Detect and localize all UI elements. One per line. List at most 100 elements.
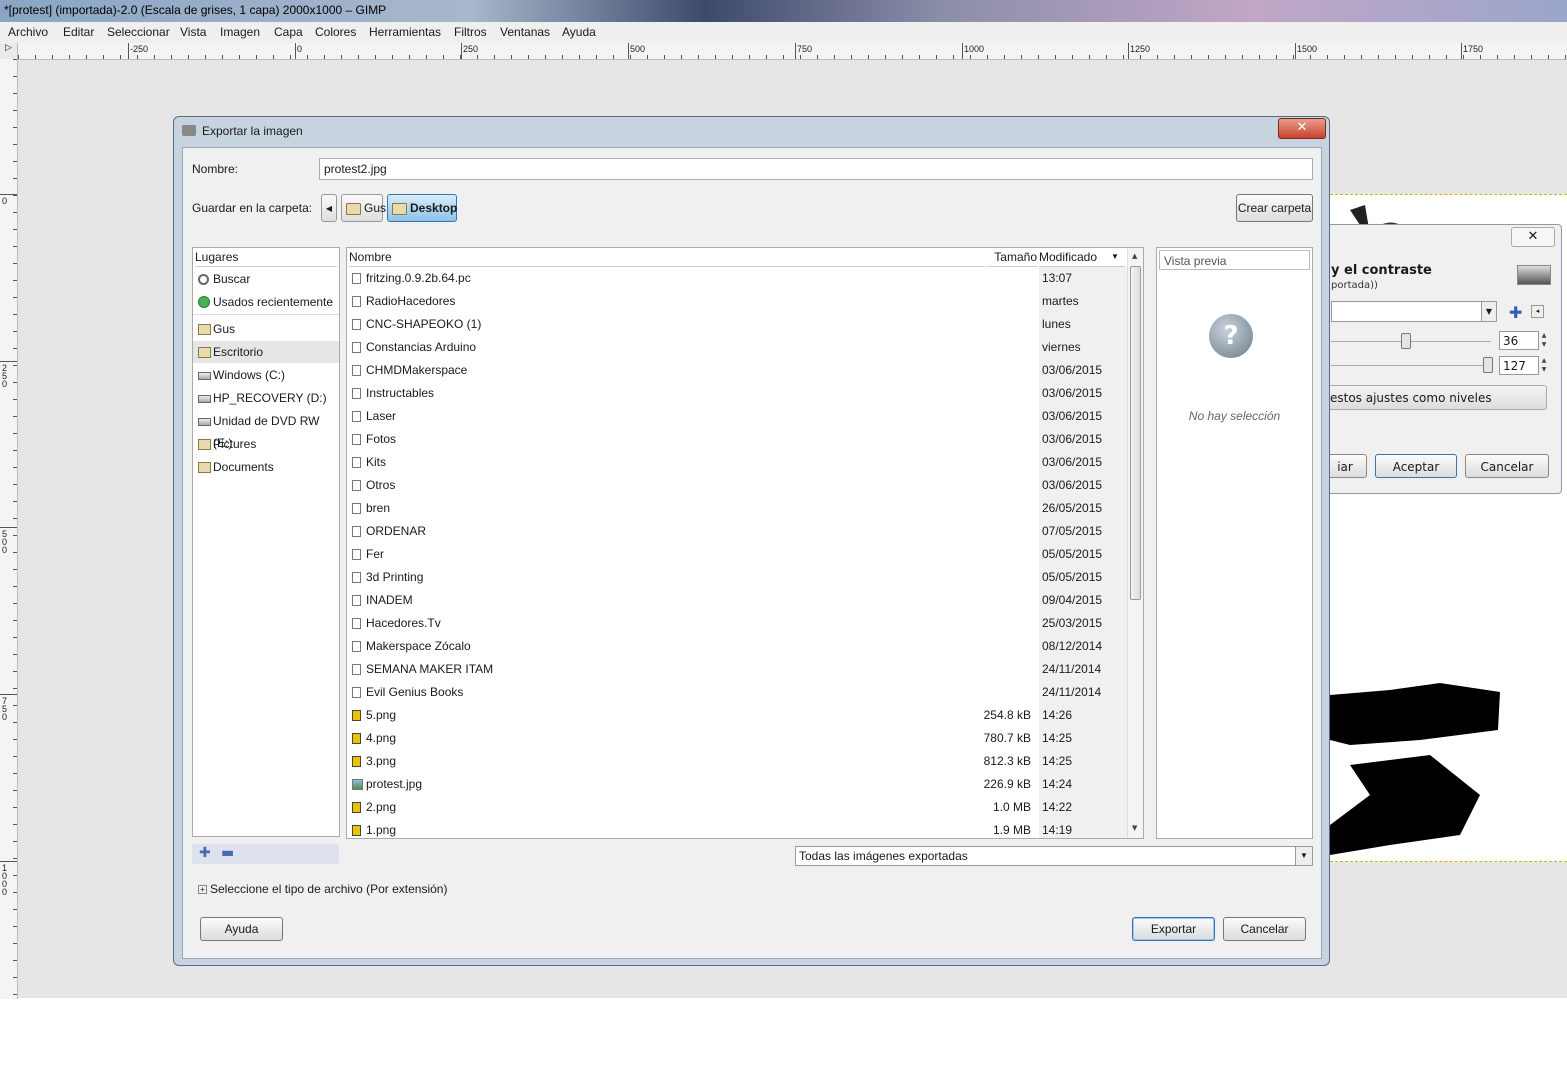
ruler-tick: [13, 331, 17, 332]
place-item[interactable]: Windows (C:): [193, 364, 339, 386]
file-modified: 03/06/2015: [1039, 382, 1128, 405]
column-modified-header[interactable]: Modificado ▼: [1039, 248, 1125, 267]
places-header[interactable]: Lugares: [195, 248, 337, 267]
brightness-slider-track[interactable]: [1331, 341, 1491, 342]
place-item[interactable]: Documents: [193, 456, 339, 478]
file-row[interactable]: CHMDMakerspace 03/06/2015: [347, 359, 1128, 382]
file-row[interactable]: fritzing.0.9.2b.64.pc 13:07: [347, 267, 1128, 290]
path-back-button[interactable]: ◀: [321, 194, 337, 222]
file-list-scrollbar[interactable]: ▲ ▼: [1127, 248, 1143, 838]
menu-imagen[interactable]: Imagen: [220, 25, 260, 39]
folder-icon: [198, 347, 211, 358]
folder-icon: [352, 457, 361, 468]
ruler-tick: [613, 55, 614, 59]
bc-close-button[interactable]: ✕: [1511, 227, 1555, 247]
menu-colores[interactable]: Colores: [315, 25, 356, 39]
menu-seleccionar[interactable]: Seleccionar: [107, 25, 170, 39]
file-filter-combo[interactable]: Todas las imágenes exportadas ▼: [795, 846, 1313, 866]
file-row[interactable]: protest.jpg 226.9 kB 14:24: [347, 773, 1128, 796]
bc-presets-combo[interactable]: ▼: [1331, 301, 1497, 322]
contrast-slider-handle[interactable]: [1483, 357, 1493, 373]
file-row[interactable]: SEMANA MAKER ITAM 24/11/2014: [347, 658, 1128, 681]
file-row[interactable]: INADEM 09/04/2015: [347, 589, 1128, 612]
ruler-tick: [13, 943, 17, 944]
file-row[interactable]: Kits 03/06/2015: [347, 451, 1128, 474]
bc-accept-button[interactable]: Aceptar: [1375, 454, 1457, 478]
add-bookmark-icon[interactable]: ✚: [199, 845, 211, 861]
file-row[interactable]: bren 26/05/2015: [347, 497, 1128, 520]
file-row[interactable]: 1.png 1.9 MB 14:19: [347, 819, 1128, 838]
menu-ayuda[interactable]: Ayuda: [562, 25, 596, 39]
file-modified: 09/04/2015: [1039, 589, 1128, 612]
place-item[interactable]: Pictures: [193, 433, 339, 455]
contrast-slider-track[interactable]: [1331, 365, 1491, 366]
file-row[interactable]: Hacedores.Tv 25/03/2015: [347, 612, 1128, 635]
file-row[interactable]: Constancias Arduino viernes: [347, 336, 1128, 359]
contrast-spin-arrows[interactable]: ▲ ▼: [1539, 356, 1549, 375]
brightness-slider-handle[interactable]: [1401, 333, 1411, 349]
file-modified: 08/12/2014: [1039, 635, 1128, 658]
file-row[interactable]: Laser 03/06/2015: [347, 405, 1128, 428]
file-name: Instructables: [366, 386, 435, 400]
menu-capa[interactable]: Capa: [274, 25, 303, 39]
bc-cancel-button[interactable]: Cancelar: [1465, 454, 1549, 478]
ruler-tick: [1531, 55, 1532, 59]
add-preset-icon[interactable]: ✚: [1509, 303, 1522, 322]
menu-editar[interactable]: Editar: [63, 25, 94, 39]
remove-bookmark-icon[interactable]: ▬: [221, 845, 234, 861]
place-item[interactable]: Usados recientemente: [193, 291, 339, 313]
place-item[interactable]: Escritorio: [193, 341, 339, 363]
place-item[interactable]: Buscar: [193, 268, 339, 290]
scroll-down-icon[interactable]: ▼: [1132, 824, 1137, 832]
ruler-corner-button[interactable]: ▷: [0, 43, 18, 60]
file-row[interactable]: 3d Printing 05/05/2015: [347, 566, 1128, 589]
folder-icon: [352, 411, 361, 422]
place-item[interactable]: Gus: [193, 318, 339, 340]
ruler-tick: [987, 55, 988, 59]
menu-vista[interactable]: Vista: [180, 25, 206, 39]
brightness-spin-arrows[interactable]: ▲ ▼: [1539, 331, 1549, 350]
menu-ventanas[interactable]: Ventanas: [500, 25, 550, 39]
file-row[interactable]: Fer 05/05/2015: [347, 543, 1128, 566]
preset-menu-icon[interactable]: ◂: [1531, 305, 1544, 318]
brightness-spin[interactable]: 36: [1499, 331, 1539, 350]
ruler-tick: [511, 55, 512, 59]
file-row[interactable]: 4.png 780.7 kB 14:25: [347, 727, 1128, 750]
file-row[interactable]: Fotos 03/06/2015: [347, 428, 1128, 451]
file-row[interactable]: Evil Genius Books 24/11/2014: [347, 681, 1128, 704]
menu-filtros[interactable]: Filtros: [454, 25, 487, 39]
path-button-desktop[interactable]: Desktop: [387, 194, 457, 222]
column-size-header[interactable]: Tamaño: [987, 248, 1037, 267]
scrollbar-thumb[interactable]: [1130, 266, 1141, 600]
preview-toggle[interactable]: Vista previa: [1159, 250, 1310, 270]
ruler-tick: [13, 450, 17, 451]
file-name: Makerspace Zócalo: [366, 639, 471, 653]
ruler-tick: [13, 960, 17, 961]
file-row[interactable]: Makerspace Zócalo 08/12/2014: [347, 635, 1128, 658]
file-row[interactable]: Otros 03/06/2015: [347, 474, 1128, 497]
menu-herramientas[interactable]: Herramientas: [369, 25, 441, 39]
export-titlebar[interactable]: Exportar la imagen ✕: [174, 117, 1329, 145]
export-close-button[interactable]: ✕: [1278, 118, 1326, 139]
file-row[interactable]: 5.png 254.8 kB 14:26: [347, 704, 1128, 727]
ruler-tick: [1429, 55, 1430, 59]
place-item[interactable]: HP_RECOVERY (D:): [193, 387, 339, 409]
file-row[interactable]: 2.png 1.0 MB 14:22: [347, 796, 1128, 819]
file-row[interactable]: Instructables 03/06/2015: [347, 382, 1128, 405]
file-name-input[interactable]: protest2.jpg: [319, 158, 1313, 180]
place-item[interactable]: Unidad de DVD RW (E:): [193, 410, 339, 450]
help-button[interactable]: Ayuda: [200, 917, 283, 941]
column-name-header[interactable]: Nombre: [349, 248, 985, 267]
export-button[interactable]: Exportar: [1132, 917, 1215, 941]
edit-as-levels-button[interactable]: estos ajustes como niveles: [1323, 385, 1547, 410]
path-button-gus[interactable]: Gus: [341, 194, 386, 222]
cancel-button[interactable]: Cancelar: [1223, 917, 1306, 941]
contrast-spin[interactable]: 127: [1499, 356, 1539, 375]
file-row[interactable]: RadioHacedores martes: [347, 290, 1128, 313]
file-row[interactable]: CNC-SHAPEOKO (1) lunes: [347, 313, 1128, 336]
file-row[interactable]: ORDENAR 07/05/2015: [347, 520, 1128, 543]
file-row[interactable]: 3.png 812.3 kB 14:25: [347, 750, 1128, 773]
menu-archivo[interactable]: Archivo: [8, 25, 48, 39]
scroll-up-icon[interactable]: ▲: [1132, 252, 1137, 260]
create-folder-button[interactable]: Crear carpeta: [1236, 194, 1313, 222]
